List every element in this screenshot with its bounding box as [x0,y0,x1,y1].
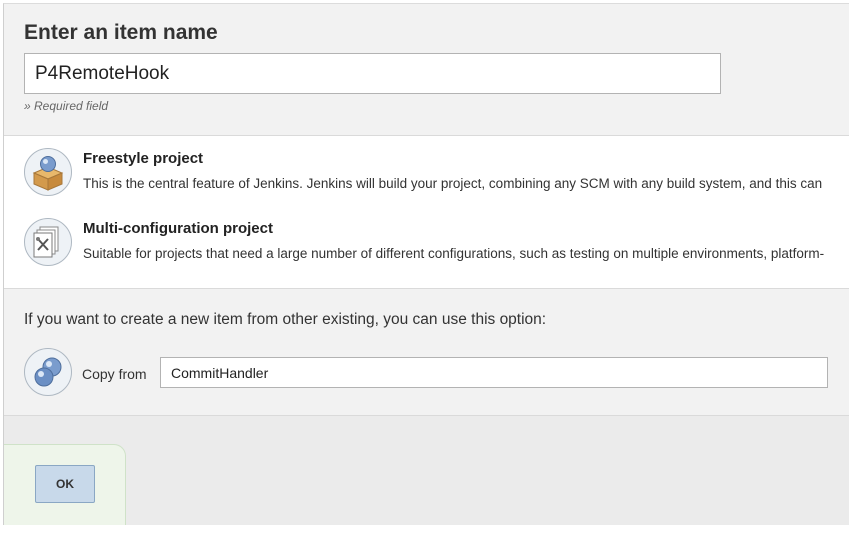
required-field-note: » Required field [24,99,109,113]
copy-spheres-icon [24,348,72,396]
copy-from-label: Copy from [82,366,147,382]
ok-button-panel: OK [4,444,126,525]
freestyle-project-label: Freestyle project [83,150,204,167]
ok-button[interactable]: OK [35,465,95,503]
item-name-heading: Enter an item name [24,21,218,44]
copy-from-section: If you want to create a new item from ot… [4,289,849,416]
multi-configuration-project-option[interactable]: Multi-configuration project Suitable for… [4,216,849,276]
copy-from-input[interactable] [160,357,828,388]
multi-configuration-project-description: Suitable for projects that need a large … [83,246,825,261]
multi-configuration-project-label: Multi-configuration project [83,220,273,237]
item-name-input[interactable] [24,53,721,94]
freestyle-project-description: This is the central feature of Jenkins. … [83,176,823,191]
new-item-form: Enter an item name » Required field Free… [3,3,849,525]
form-footer: OK [4,416,849,525]
config-documents-icon [24,218,72,266]
copy-intro-text: If you want to create a new item from ot… [24,311,547,328]
freestyle-project-option[interactable]: Freestyle project This is the central fe… [4,146,849,206]
box-with-ball-icon [24,148,72,196]
item-name-section: Enter an item name » Required field [4,4,849,136]
item-types-section: Freestyle project This is the central fe… [4,136,849,289]
